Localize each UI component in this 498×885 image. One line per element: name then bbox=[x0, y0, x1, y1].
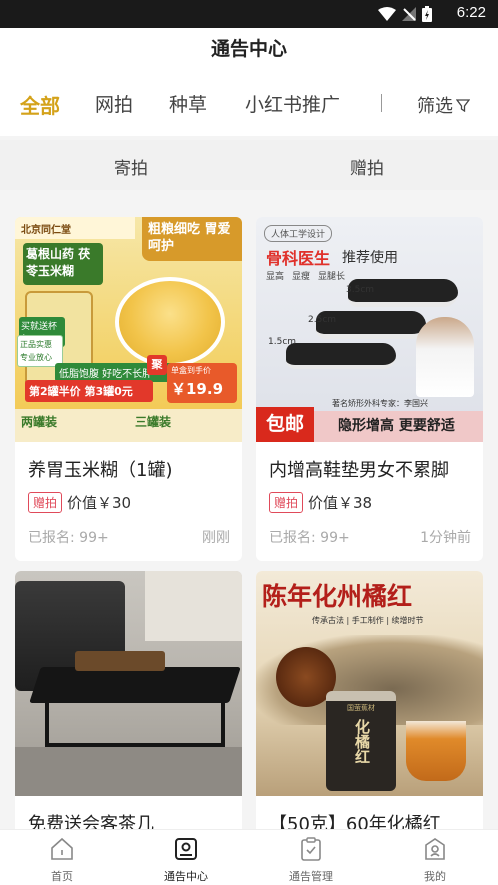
filter-label: 筛选 bbox=[417, 96, 453, 117]
card-value: 价值￥38 bbox=[308, 494, 373, 512]
task-feed: 北京同仁堂 粗粮细吃 胃爱呵护 葛根山药 茯苓玉米糊 买就送杯勺 正品实惠 专业… bbox=[0, 200, 498, 830]
feature-tall: 显高 bbox=[266, 272, 285, 282]
ergonomic-tag: 人体工学设计 bbox=[264, 225, 333, 242]
card-meta: 已报名: 99+ 1分钟前 bbox=[256, 513, 483, 561]
tab-xiaohongshu[interactable]: 小红书推广 bbox=[245, 90, 340, 117]
nav-mine-label: 我的 bbox=[424, 870, 446, 883]
size-large: 3.5cm bbox=[346, 285, 375, 295]
status-bar: 6:22 bbox=[0, 0, 498, 28]
feature-legs: 显腿长 bbox=[318, 272, 346, 282]
card-price-row: 赠拍 价值￥30 bbox=[15, 482, 242, 513]
size-small: 1.5cm bbox=[268, 337, 297, 347]
product-image-insole: 人体工学设计 骨科医生 推荐使用 显高 显瘦 显腿长 3.5cm 2.5cm 1… bbox=[256, 217, 483, 442]
clipboard-check-icon bbox=[301, 837, 321, 861]
nav-mine[interactable]: 我的 bbox=[385, 836, 485, 884]
promo-text: 第2罐半价 第3罐0元 bbox=[25, 380, 153, 402]
jar-brand: 国萤蕉材 bbox=[347, 704, 375, 712]
wifi-icon bbox=[378, 7, 396, 21]
tea-glass bbox=[406, 721, 466, 781]
price-label: 单盒到手价 bbox=[171, 366, 211, 375]
product-image-tea-table bbox=[15, 571, 242, 796]
status-time: 6:22 bbox=[456, 4, 486, 21]
tab-all[interactable]: 全部 bbox=[20, 90, 60, 119]
profile-bag-icon bbox=[425, 838, 445, 860]
subtab-gift-shoot[interactable]: 赠拍 bbox=[350, 154, 384, 179]
feature-list: 显高 显瘦 显腿长 bbox=[266, 269, 345, 282]
product-image-corn-porridge: 北京同仁堂 粗粮细吃 胃爱呵护 葛根山药 茯苓玉米糊 买就送杯勺 正品实惠 专业… bbox=[15, 217, 242, 442]
post-time: 刚刚 bbox=[202, 530, 230, 546]
deal-badge: 聚 bbox=[147, 355, 167, 375]
filter-button[interactable]: 筛选 bbox=[417, 92, 470, 118]
tea-set bbox=[75, 651, 165, 671]
doctor-caption: 著名矫形外科专家：李国兴 bbox=[332, 399, 428, 408]
recommend-title: 推荐使用 bbox=[342, 250, 398, 266]
price-value: ￥19.9 bbox=[171, 380, 224, 398]
card-value: 价值￥30 bbox=[67, 494, 132, 512]
tab-online-shoot[interactable]: 网拍 bbox=[95, 90, 133, 117]
price-box: 单盒到手价 ￥19.9 bbox=[167, 363, 237, 403]
table-frame bbox=[45, 703, 225, 747]
task-card[interactable]: 免费送会客茶几 bbox=[15, 571, 242, 830]
card-title: 【50克】60年化橘红 bbox=[269, 814, 441, 830]
product-subline: 传承古法 | 手工制作 | 续增时节 bbox=[312, 616, 424, 625]
nav-home[interactable]: 首页 bbox=[12, 836, 112, 884]
signup-count: 已报名: 99+ bbox=[269, 530, 350, 546]
post-time: 1分钟前 bbox=[420, 530, 471, 546]
feature-slim: 显瘦 bbox=[292, 272, 311, 282]
bottom-nav: 首页 通告中心 通告管理 我的 bbox=[0, 829, 498, 885]
size-medium: 2.5cm bbox=[308, 315, 337, 325]
sub-tabs: 寄拍 赠拍 bbox=[0, 140, 498, 190]
nav-notice-manage[interactable]: 通告管理 bbox=[261, 836, 361, 884]
card-title: 内增高鞋垫男女不累脚 bbox=[269, 460, 449, 481]
tab-divider bbox=[381, 94, 382, 112]
free-shipping-badge: 包邮 bbox=[256, 407, 314, 442]
bundle-two: 两罐装 bbox=[21, 415, 58, 429]
product-headline: 陈年化州橘红 bbox=[262, 582, 413, 611]
nav-notice-center-label: 通告中心 bbox=[164, 870, 208, 883]
notice-icon bbox=[175, 838, 197, 860]
filter-icon bbox=[456, 99, 470, 112]
product-image-tangerine-peel: 陈年化州橘红 传承古法 | 手工制作 | 续增时节 国萤蕉材 化橘红 bbox=[256, 571, 483, 796]
insole-slogan: 隐形增高 更要舒适 bbox=[314, 411, 483, 442]
gift-shoot-badge: 赠拍 bbox=[269, 492, 304, 513]
bundle-three: 三罐装 bbox=[135, 415, 172, 429]
battery-icon bbox=[422, 6, 432, 22]
porridge-bowl bbox=[115, 277, 225, 367]
task-card[interactable]: 人体工学设计 骨科医生 推荐使用 显高 显瘦 显腿长 3.5cm 2.5cm 1… bbox=[256, 217, 483, 561]
card-price-row: 赠拍 价值￥38 bbox=[256, 482, 483, 513]
nav-notice-center[interactable]: 通告中心 bbox=[136, 836, 236, 884]
card-title: 养胃玉米糊（1罐) bbox=[28, 460, 173, 481]
wall-shelf bbox=[145, 571, 242, 641]
floor bbox=[15, 747, 242, 796]
product-title: 葛根山药 茯苓玉米糊 bbox=[23, 243, 103, 285]
card-title: 免费送会客茶几 bbox=[28, 814, 154, 830]
task-card[interactable]: 北京同仁堂 粗粮细吃 胃爱呵护 葛根山药 茯苓玉米糊 买就送杯勺 正品实惠 专业… bbox=[15, 217, 242, 561]
card-meta: 已报名: 99+ 刚刚 bbox=[15, 513, 242, 561]
jar-label: 化橘红 bbox=[353, 719, 371, 764]
bundle-strip: 两罐装 三罐装 bbox=[15, 409, 242, 442]
nav-home-label: 首页 bbox=[51, 870, 73, 883]
task-card[interactable]: 陈年化州橘红 传承古法 | 手工制作 | 续增时节 国萤蕉材 化橘红 【50克】… bbox=[256, 571, 483, 830]
home-icon bbox=[51, 837, 73, 860]
gift-shoot-badge: 赠拍 bbox=[28, 492, 63, 513]
status-icons bbox=[378, 6, 432, 22]
product-jar: 国萤蕉材 化橘红 bbox=[326, 691, 396, 791]
doctor-photo bbox=[416, 317, 474, 397]
page-header: 通告中心 bbox=[0, 28, 498, 70]
no-signal-icon bbox=[402, 7, 416, 21]
slogan-text: 粗粮细吃 胃爱呵护 bbox=[142, 217, 242, 261]
category-tabs: 全部 网拍 种草 小红书推广 筛选 bbox=[0, 70, 498, 136]
tab-seeding[interactable]: 种草 bbox=[169, 90, 207, 117]
signup-count: 已报名: 99+ bbox=[28, 530, 109, 546]
page-title: 通告中心 bbox=[210, 38, 287, 60]
doctor-title: 骨科医生 bbox=[266, 249, 331, 268]
brand-text: 北京同仁堂 bbox=[15, 217, 135, 239]
insole-small bbox=[286, 343, 396, 369]
nav-notice-manage-label: 通告管理 bbox=[289, 870, 333, 883]
subtab-consign-shoot[interactable]: 寄拍 bbox=[114, 154, 148, 179]
table-top bbox=[29, 667, 241, 703]
